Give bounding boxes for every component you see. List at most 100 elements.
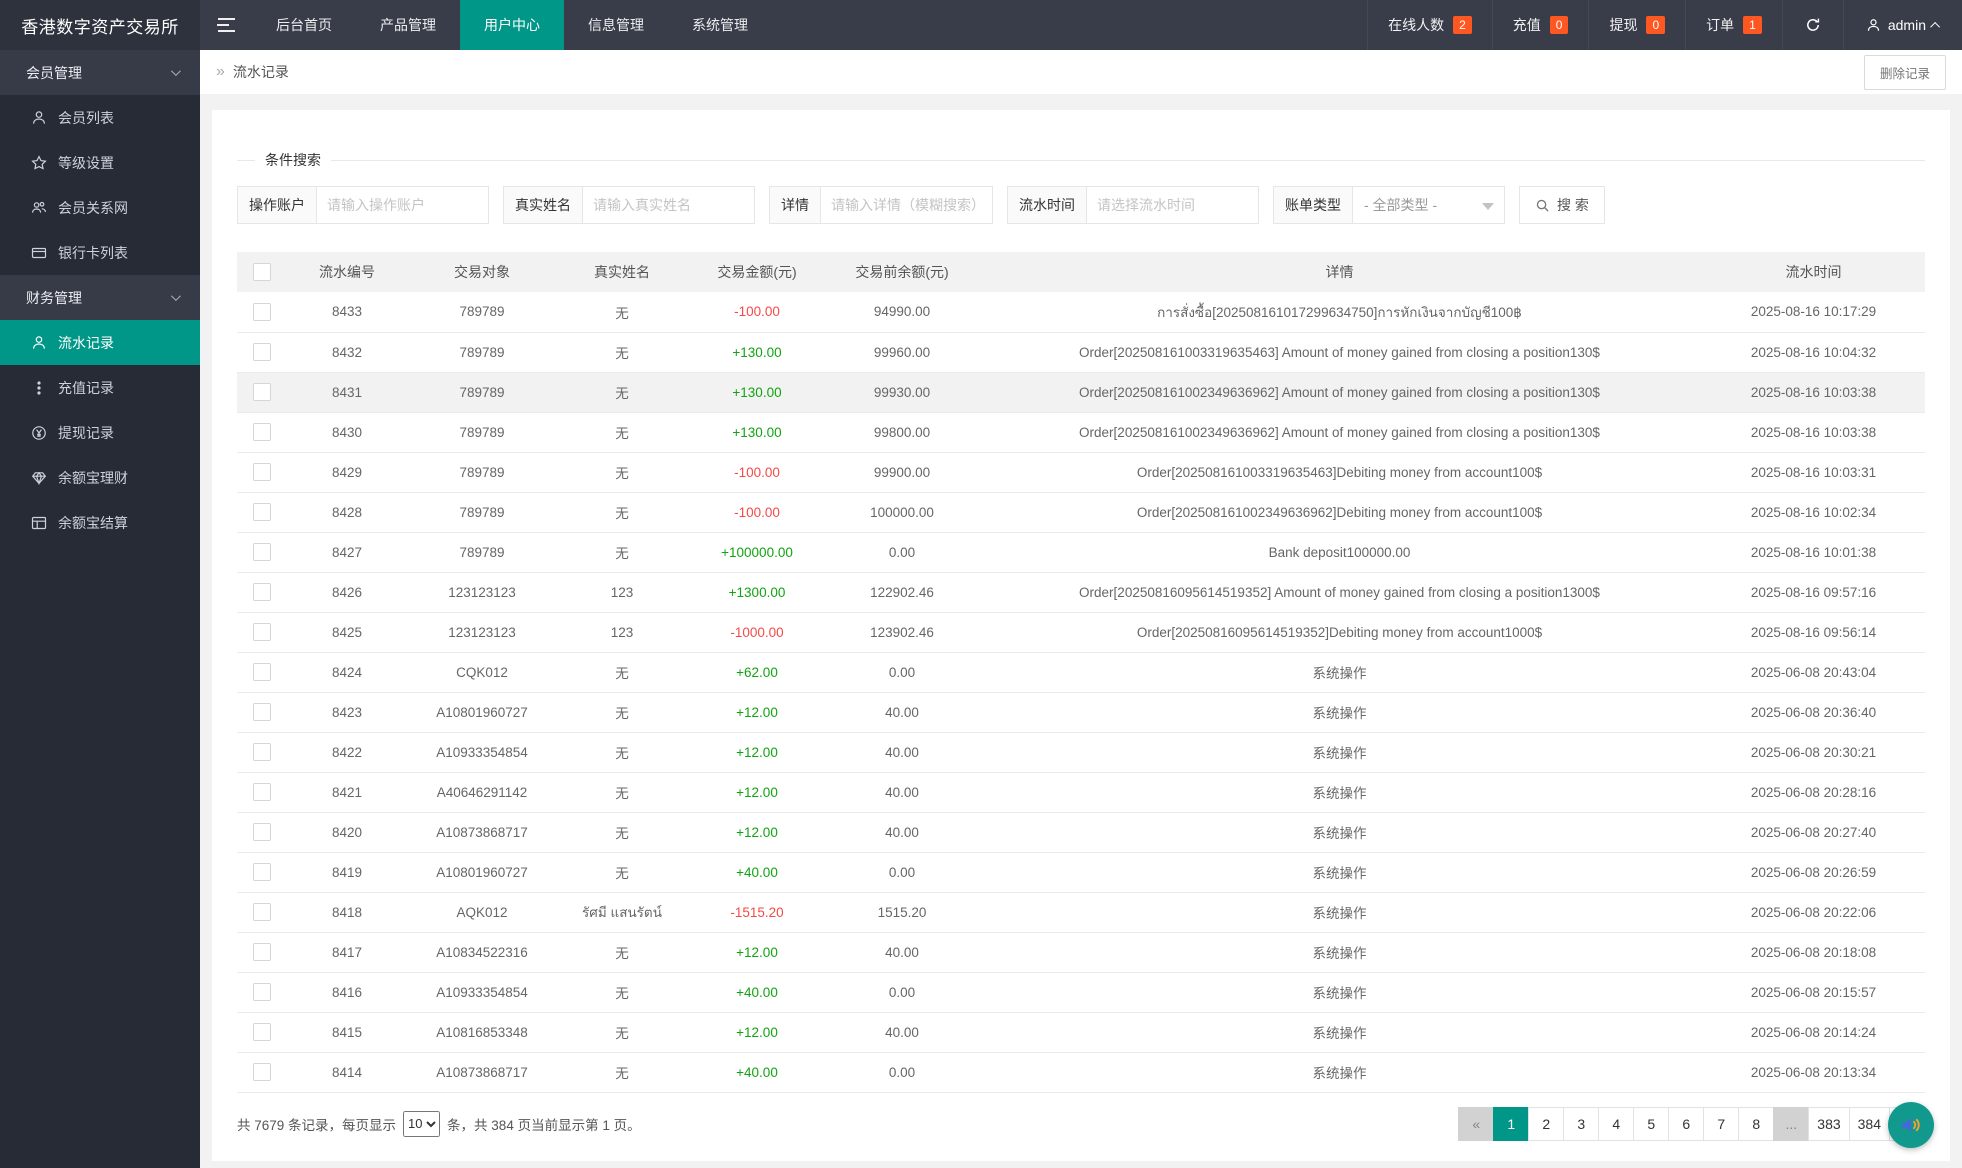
page-3[interactable]: 3	[1563, 1107, 1599, 1141]
user-menu[interactable]: admin	[1843, 0, 1962, 50]
row-checkbox[interactable]	[253, 503, 271, 521]
balance-before: 40.00	[827, 732, 977, 772]
header-stat-2[interactable]: 提现0	[1588, 0, 1685, 50]
user-icon	[1866, 18, 1881, 33]
record-time: 2025-06-08 20:30:21	[1702, 732, 1925, 772]
table-row: 8418AQK012รัศมี แสนรัตน์-1515.201515.20系…	[237, 892, 1925, 932]
search-button[interactable]: 搜 索	[1519, 186, 1605, 224]
row-id: 8429	[287, 452, 407, 492]
select-all-checkbox[interactable]	[253, 263, 271, 281]
trade-amount: +1300.00	[687, 572, 827, 612]
detail: 系统操作	[977, 892, 1702, 932]
row-checkbox[interactable]	[253, 943, 271, 961]
row-checkbox[interactable]	[253, 423, 271, 441]
sidebar-group-0[interactable]: 会员管理	[0, 50, 200, 95]
page-383[interactable]: 383	[1808, 1107, 1849, 1141]
header-stat-0[interactable]: 在线人数2	[1367, 0, 1492, 50]
row-checkbox[interactable]	[253, 1023, 271, 1041]
row-checkbox[interactable]	[253, 743, 271, 761]
sidebar-item-0-0[interactable]: 会员列表	[0, 95, 200, 140]
row-checkbox-cell	[237, 452, 287, 492]
sidebar-item-0-1[interactable]: 等级设置	[0, 140, 200, 185]
sidebar-item-1-2[interactable]: 提现记录	[0, 410, 200, 455]
sidebar-item-0-2[interactable]: 会员关系网	[0, 185, 200, 230]
table-row: 8429789789无-100.0099900.00Order[20250816…	[237, 452, 1925, 492]
row-checkbox[interactable]	[253, 623, 271, 641]
search-row: 操作账户真实姓名详情流水时间账单类型- 全部类型 -搜 索	[237, 186, 1925, 224]
row-checkbox[interactable]	[253, 983, 271, 1001]
top-nav-item-3[interactable]: 信息管理	[564, 0, 668, 50]
row-checkbox[interactable]	[253, 663, 271, 681]
top-nav-item-0[interactable]: 后台首页	[252, 0, 356, 50]
time-input[interactable]	[1087, 186, 1259, 224]
row-checkbox-cell	[237, 972, 287, 1012]
record-time: 2025-08-16 10:03:31	[1702, 452, 1925, 492]
page-384[interactable]: 384	[1849, 1107, 1890, 1141]
table-row: 8430789789无+130.0099800.00Order[20250816…	[237, 412, 1925, 452]
detail-input[interactable]	[821, 186, 993, 224]
top-nav-item-2[interactable]: 用户中心	[460, 0, 564, 50]
balance-before: 99960.00	[827, 332, 977, 372]
table-row: 8428789789无-100.00100000.00Order[2025081…	[237, 492, 1925, 532]
row-checkbox[interactable]	[253, 1063, 271, 1081]
row-checkbox[interactable]	[253, 303, 271, 321]
detail: 系统操作	[977, 652, 1702, 692]
balance-before: 40.00	[827, 812, 977, 852]
delete-records-button[interactable]: 删除记录	[1864, 55, 1946, 90]
page-8[interactable]: 8	[1738, 1107, 1774, 1141]
row-checkbox[interactable]	[253, 463, 271, 481]
breadcrumb: » 流水记录 删除记录	[200, 50, 1962, 94]
row-checkbox[interactable]	[253, 783, 271, 801]
page-1[interactable]: 1	[1493, 1107, 1529, 1141]
sidebar-item-1-3[interactable]: 余额宝理财	[0, 455, 200, 500]
table-row: 8431789789无+130.0099930.00Order[20250816…	[237, 372, 1925, 412]
page-2[interactable]: 2	[1528, 1107, 1564, 1141]
row-checkbox[interactable]	[253, 343, 271, 361]
account-input[interactable]	[317, 186, 489, 224]
row-checkbox[interactable]	[253, 703, 271, 721]
row-checkbox-cell	[237, 692, 287, 732]
page-size-select[interactable]: 10	[403, 1111, 440, 1137]
page-5[interactable]: 5	[1633, 1107, 1669, 1141]
detail: 系统操作	[977, 692, 1702, 732]
type-select[interactable]: - 全部类型 -	[1353, 186, 1505, 224]
row-id: 8425	[287, 612, 407, 652]
row-id: 8426	[287, 572, 407, 612]
sidebar-item-0-3[interactable]: 银行卡列表	[0, 230, 200, 275]
chevron-down-icon	[171, 66, 181, 76]
menu-toggle-icon[interactable]	[200, 0, 252, 50]
sidebar-item-label: 余额宝理财	[58, 468, 128, 488]
real-name: 无	[557, 652, 687, 692]
sidebar-item-1-0[interactable]: 流水记录	[0, 320, 200, 365]
trade-party: A10834522316	[407, 932, 557, 972]
row-checkbox-cell	[237, 1012, 287, 1052]
page-4[interactable]: 4	[1598, 1107, 1634, 1141]
detail: Order[20250816095614519352] Amount of mo…	[977, 572, 1702, 612]
column-header-6: 流水时间	[1702, 252, 1925, 292]
page-6[interactable]: 6	[1668, 1107, 1704, 1141]
row-checkbox[interactable]	[253, 823, 271, 841]
detail: 系统操作	[977, 852, 1702, 892]
header-stat-1[interactable]: 充值0	[1492, 0, 1589, 50]
sidebar-group-1[interactable]: 财务管理	[0, 275, 200, 320]
page-7[interactable]: 7	[1703, 1107, 1739, 1141]
top-nav-item-4[interactable]: 系统管理	[668, 0, 772, 50]
real-name: 无	[557, 1052, 687, 1092]
sound-button[interactable]	[1888, 1102, 1934, 1148]
detail: Order[202508161002349636962]Debiting mon…	[977, 492, 1702, 532]
top-nav-item-1[interactable]: 产品管理	[356, 0, 460, 50]
row-checkbox-cell	[237, 772, 287, 812]
row-checkbox[interactable]	[253, 383, 271, 401]
row-checkbox[interactable]	[253, 903, 271, 921]
trade-party: 789789	[407, 372, 557, 412]
row-checkbox[interactable]	[253, 543, 271, 561]
row-checkbox[interactable]	[253, 583, 271, 601]
sidebar-item-1-1[interactable]: 充值记录	[0, 365, 200, 410]
detail: 系统操作	[977, 972, 1702, 1012]
row-checkbox[interactable]	[253, 863, 271, 881]
realname-input[interactable]	[583, 186, 755, 224]
sidebar-item-1-4[interactable]: 余额宝结算	[0, 500, 200, 545]
record-time: 2025-08-16 10:03:38	[1702, 372, 1925, 412]
header-stat-3[interactable]: 订单1	[1685, 0, 1782, 50]
refresh-button[interactable]	[1782, 0, 1843, 50]
